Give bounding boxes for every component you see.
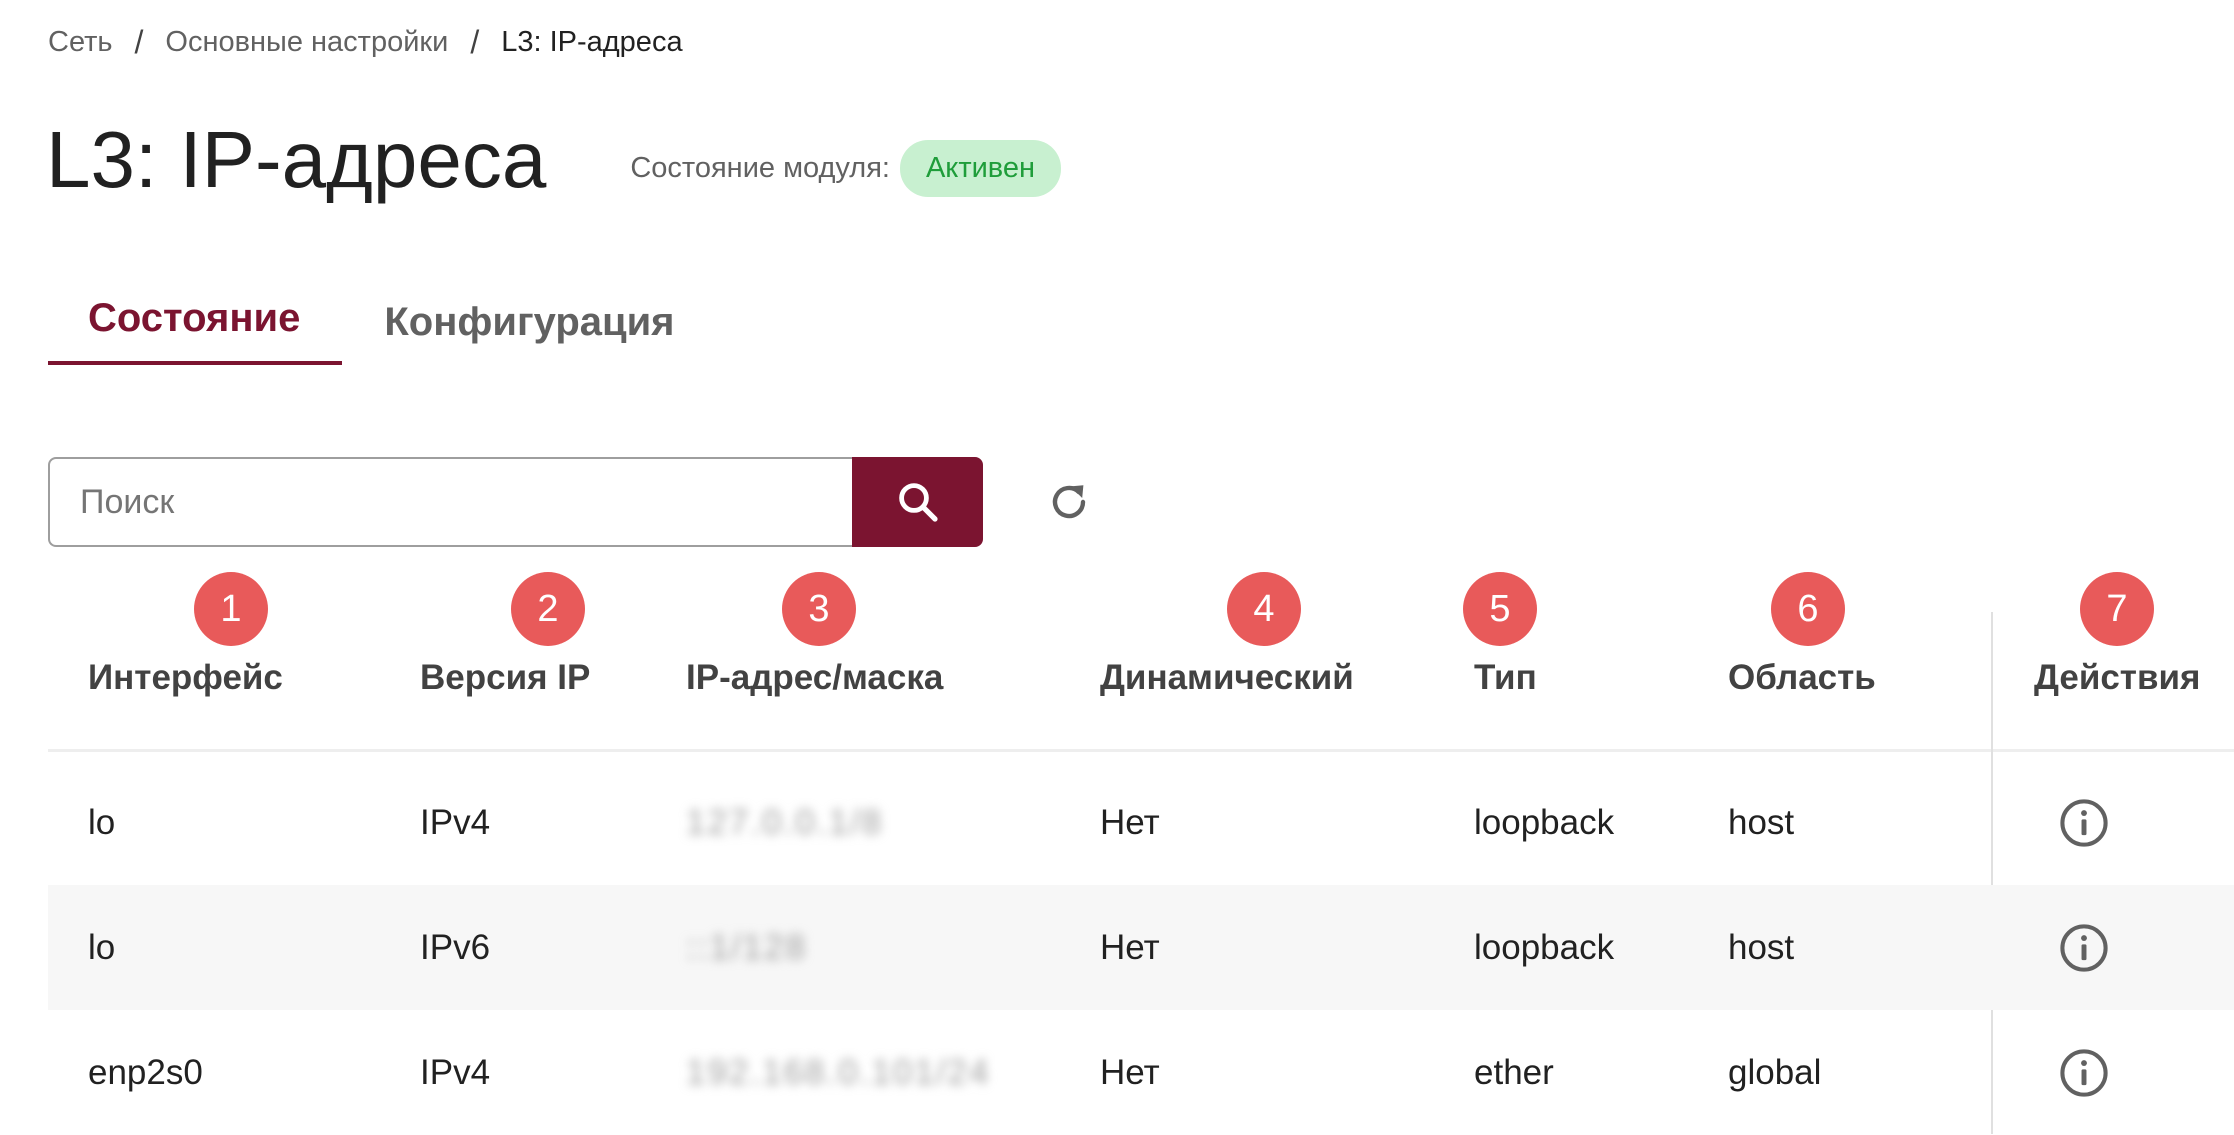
annotation-marker: 5 (1463, 572, 1537, 646)
header-divider (48, 749, 2234, 752)
page-title: L3: IP-адреса (46, 115, 547, 204)
column-label: Динамический (1100, 658, 1354, 697)
status-badge: Активен (899, 139, 1062, 197)
cell-ip-mask: 192.168.0.101/24 (686, 1052, 991, 1092)
column-label: Интерфейс (88, 658, 283, 697)
annotation-marker: 2 (511, 572, 585, 646)
module-state-label: Состояние модуля: (630, 151, 890, 184)
refresh-button[interactable] (1041, 474, 1097, 530)
search-box (48, 457, 983, 547)
cell-dynamic: Нет (1100, 927, 1160, 967)
info-icon (2060, 798, 2108, 847)
cell-dynamic: Нет (1100, 802, 1160, 842)
breadcrumb-separator: / (470, 24, 480, 60)
annotation-marker: 7 (2080, 572, 2154, 646)
refresh-icon (1052, 485, 1086, 519)
cell-ip-mask: ::1/128 (686, 927, 808, 967)
cell-ip-mask: 127.0.0.1/8 (686, 802, 884, 842)
column-label: Тип (1474, 658, 1537, 697)
column-label: Действия (2034, 658, 2201, 697)
title-row: L3: IP-адреса Состояние модуля: Активен (46, 112, 1062, 208)
annotation-marker: 6 (1771, 572, 1845, 646)
search-input[interactable] (48, 457, 852, 547)
info-button[interactable] (2057, 1046, 2111, 1100)
info-button[interactable] (2057, 796, 2111, 850)
column-label: IP-адрес/маска (686, 658, 944, 697)
breadcrumb-item-network[interactable]: Сеть (48, 26, 113, 59)
cell-type: loopback (1474, 802, 1615, 842)
cell-interface: lo (88, 802, 116, 842)
tab-configuration[interactable]: Конфигурация (342, 300, 716, 365)
column-label: Область (1728, 658, 1876, 697)
annotation-marker: 3 (782, 572, 856, 646)
cell-scope: global (1728, 1052, 1822, 1092)
breadcrumb-separator: / (134, 24, 144, 60)
breadcrumb: Сеть / Основные настройки / L3: IP-адрес… (48, 24, 683, 61)
cell-ip-version: IPv4 (420, 802, 491, 842)
table-row[interactable]: lo IPv4 127.0.0.1/8 Нет loopback host (48, 760, 2234, 885)
breadcrumb-item-current: L3: IP-адреса (501, 26, 683, 58)
cell-type: loopback (1474, 927, 1615, 967)
cell-scope: host (1728, 802, 1795, 842)
tab-state[interactable]: Состояние (48, 296, 343, 365)
info-icon (2060, 923, 2108, 972)
column-label: Версия IP (420, 658, 591, 697)
cell-dynamic: Нет (1100, 1052, 1160, 1092)
table-row[interactable]: enp2s0 IPv4 192.168.0.101/24 Нет ether g… (48, 1010, 2234, 1135)
tabs: Состояние Конфигурация (48, 296, 717, 365)
annotation-marker: 1 (194, 572, 268, 646)
info-icon (2060, 1048, 2108, 1097)
cell-ip-version: IPv6 (420, 927, 491, 967)
search-button[interactable] (852, 457, 983, 547)
cell-actions (2057, 1010, 2111, 1135)
module-state: Состояние модуля: Активен (630, 139, 1062, 197)
search-icon (898, 483, 938, 522)
cell-interface: lo (88, 927, 116, 967)
search-row (48, 457, 1097, 547)
cell-type: ether (1474, 1052, 1554, 1092)
cell-ip-version: IPv4 (420, 1052, 491, 1092)
info-button[interactable] (2057, 921, 2111, 975)
cell-actions (2057, 760, 2111, 885)
breadcrumb-item-basic-settings[interactable]: Основные настройки (165, 26, 448, 59)
annotation-marker: 4 (1227, 572, 1301, 646)
table-row[interactable]: lo IPv6 ::1/128 Нет loopback host (48, 885, 2234, 1010)
cell-scope: host (1728, 927, 1795, 967)
cell-actions (2057, 885, 2111, 1010)
cell-interface: enp2s0 (88, 1052, 203, 1092)
